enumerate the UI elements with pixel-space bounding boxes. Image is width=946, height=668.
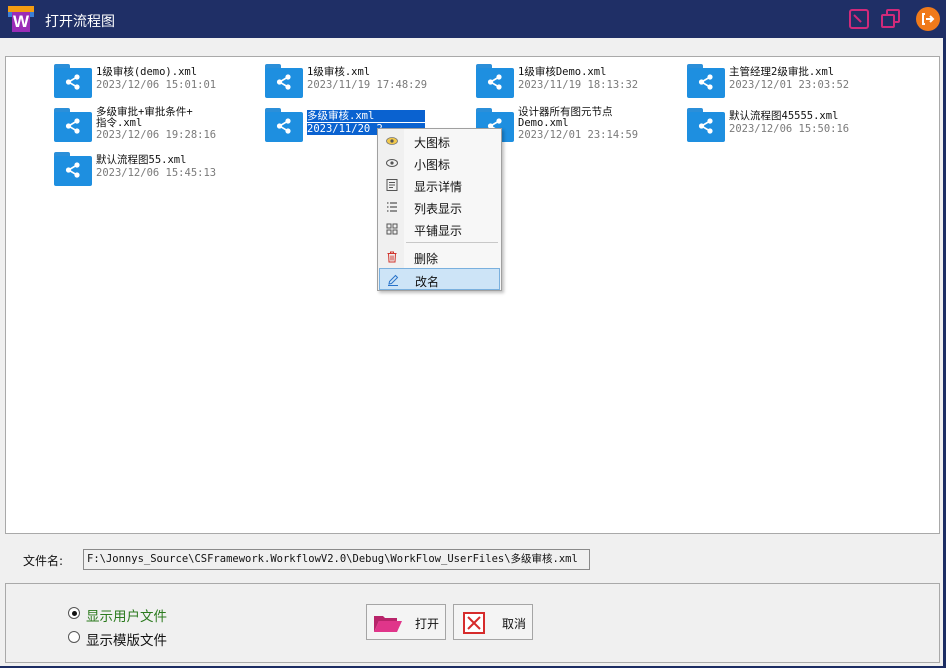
file-date: 2023/12/06 15:50:16: [729, 123, 850, 135]
show-user-files-radio[interactable]: 显示用户文件: [68, 605, 188, 625]
shared-folder-icon: [265, 64, 303, 98]
file-name: 默认流程图45555.xml: [729, 110, 839, 122]
file-item[interactable]: 1级审核(demo).xml 2023/12/06 15:01:01: [54, 63, 254, 103]
file-name: 1级审核(demo).xml: [96, 66, 198, 78]
file-date: 2023/12/06 15:45:13: [96, 167, 217, 179]
file-name: 1级审核.xml: [307, 66, 371, 78]
shared-folder-icon: [54, 108, 92, 142]
file-date: 2023/12/06 15:01:01: [96, 79, 217, 91]
details-view-icon: [386, 179, 398, 191]
context-menu: 大图标 小图标 显示详情 列表显示 平铺显示 删除 改名: [377, 128, 502, 291]
maximize-icon[interactable]: [881, 9, 901, 29]
menu-item-tile[interactable]: 平铺显示: [379, 218, 500, 240]
menu-item-small-icons[interactable]: 小图标: [379, 152, 500, 174]
window-title: 打开流程图: [45, 14, 115, 30]
radio-dot-checked: [68, 607, 80, 619]
small-icon-view-icon: [386, 159, 398, 167]
shared-folder-icon: [476, 64, 514, 98]
cancel-x-icon: [463, 612, 485, 634]
show-template-files-radio[interactable]: 显示模版文件: [68, 629, 188, 649]
file-date: 2023/11/19 17:48:29: [307, 79, 428, 91]
list-view-icon: [387, 202, 397, 212]
open-button[interactable]: 打开: [366, 604, 446, 640]
app-logo-letter: W: [12, 12, 30, 32]
shared-folder-icon: [687, 108, 725, 142]
menu-item-list[interactable]: 列表显示: [379, 196, 500, 218]
radio-dot: [68, 631, 80, 643]
menu-separator: [406, 242, 498, 243]
file-item[interactable]: 1级审核.xml 2023/11/19 17:48:29: [265, 63, 465, 103]
file-name: 主管经理2级审批.xml: [729, 66, 835, 78]
file-name: 多级审核.xml: [307, 110, 425, 122]
file-item[interactable]: 1级审核Demo.xml 2023/11/19 18:13:32: [476, 63, 676, 103]
file-date: 2023/12/01 23:03:52: [729, 79, 850, 91]
file-item[interactable]: 默认流程图55.xml 2023/12/06 15:45:13: [54, 151, 254, 191]
file-name-line2: 指令.xml: [96, 117, 143, 129]
filename-label: 文件名:: [23, 554, 64, 568]
file-name: 默认流程图55.xml: [96, 154, 187, 166]
file-date: 2023/12/06 19:28:16: [96, 129, 217, 141]
file-date: 2023/11/19 18:13:32: [518, 79, 639, 91]
file-item[interactable]: 主管经理2级审批.xml 2023/12/01 23:03:52: [687, 63, 887, 103]
file-name: 1级审核Demo.xml: [518, 66, 607, 78]
shared-folder-icon: [687, 64, 725, 98]
file-item[interactable]: 设计器所有图元节点 Demo.xml 2023/12/01 23:14:59: [476, 106, 676, 147]
app-logo-icon: W: [8, 6, 34, 32]
large-icon-view-icon: [386, 137, 398, 145]
title-bar: W 打开流程图: [0, 0, 946, 38]
open-folder-icon: [374, 616, 402, 632]
exit-icon[interactable]: [916, 7, 940, 31]
shared-folder-icon: [54, 152, 92, 186]
shared-folder-icon: [265, 108, 303, 142]
dialog-client-area: 1级审核(demo).xml 2023/12/06 15:01:01 1级审核.…: [0, 38, 943, 666]
trash-icon: [387, 251, 397, 263]
rename-pencil-icon: [388, 274, 399, 286]
filename-field[interactable]: F:\Jonnys_Source\CSFramework.WorkflowV2.…: [83, 549, 590, 570]
menu-item-details[interactable]: 显示详情: [379, 174, 500, 196]
file-date: 2023/12/01 23:14:59: [518, 129, 639, 141]
file-item[interactable]: 默认流程图45555.xml 2023/12/06 15:50:16: [687, 107, 887, 147]
shared-folder-icon: [54, 64, 92, 98]
menu-item-large-icons[interactable]: 大图标: [379, 130, 500, 152]
restore-icon[interactable]: [849, 9, 869, 29]
menu-item-rename[interactable]: 改名: [379, 268, 500, 290]
cancel-button[interactable]: 取消: [453, 604, 533, 640]
file-name-line2: Demo.xml: [518, 117, 569, 129]
file-item[interactable]: 多级审批+审批条件+ 指令.xml 2023/12/06 19:28:16: [54, 106, 254, 147]
menu-item-delete[interactable]: 删除: [379, 246, 500, 268]
tile-view-icon: [386, 223, 398, 235]
